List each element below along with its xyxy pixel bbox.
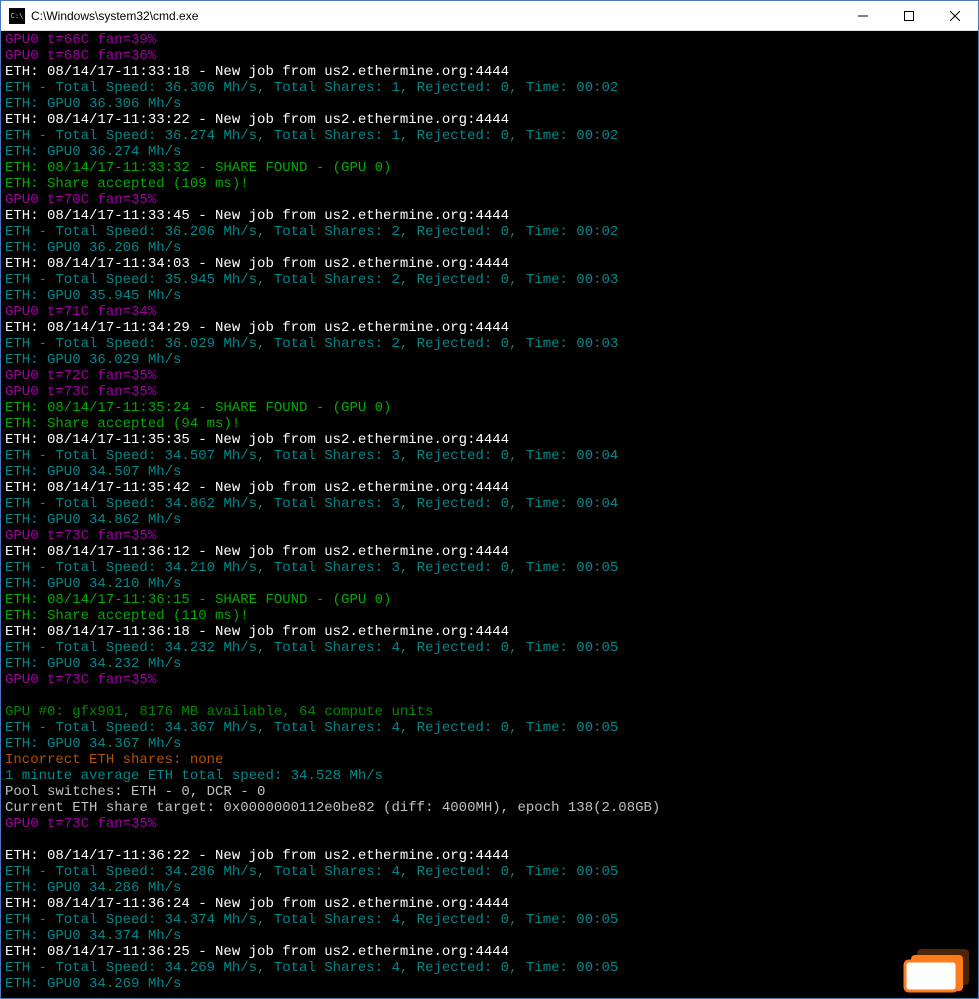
console-line: ETH - Total Speed: 35.945 Mh/s, Total Sh… [5,272,974,288]
console-line: Pool switches: ETH - 0, DCR - 0 [5,784,974,800]
console-line: ETH: GPU0 36.206 Mh/s [5,240,974,256]
console-line: GPU #0: gfx901, 8176 MB available, 64 co… [5,704,974,720]
console-line: ETH: 08/14/17-11:34:03 - New job from us… [5,256,974,272]
console-line: ETH - Total Speed: 34.507 Mh/s, Total Sh… [5,448,974,464]
maximize-button[interactable] [886,1,932,30]
minimize-icon [858,11,868,21]
console-line: ETH - Total Speed: 34.862 Mh/s, Total Sh… [5,496,974,512]
console-line: ETH - Total Speed: 34.232 Mh/s, Total Sh… [5,640,974,656]
cmd-icon [9,8,25,24]
console-line: ETH: GPU0 34.367 Mh/s [5,736,974,752]
cmd-window: C:\Windows\system32\cmd.exe GPU0 t=66C f… [0,0,979,999]
window-controls [840,1,978,30]
console-line: ETH: 08/14/17-11:36:22 - New job from us… [5,848,974,864]
console-line: ETH: 08/14/17-11:35:35 - New job from us… [5,432,974,448]
console-line: GPU0 t=72C fan=35% [5,368,974,384]
console-line: ETH: GPU0 34.232 Mh/s [5,656,974,672]
console-line: ETH: 08/14/17-11:36:12 - New job from us… [5,544,974,560]
console-line: ETH: 08/14/17-11:33:32 - SHARE FOUND - (… [5,160,974,176]
console-line: ETH: 08/14/17-11:34:29 - New job from us… [5,320,974,336]
console-line: GPU0 t=73C fan=35% [5,528,974,544]
close-icon [950,11,960,21]
console-line: GPU0 t=73C fan=35% [5,672,974,688]
console-line: ETH: 08/14/17-11:33:45 - New job from us… [5,208,974,224]
console-line: ETH - Total Speed: 34.286 Mh/s, Total Sh… [5,864,974,880]
console-output[interactable]: GPU0 t=66C fan=39%GPU0 t=68C fan=36%ETH:… [1,31,978,998]
console-line: ETH: 08/14/17-11:36:25 - New job from us… [5,944,974,960]
console-line [5,688,974,704]
console-line: ETH: 08/14/17-11:33:22 - New job from us… [5,112,974,128]
console-line: ETH: GPU0 35.945 Mh/s [5,288,974,304]
titlebar[interactable]: C:\Windows\system32\cmd.exe [1,1,978,31]
console-line: ETH - Total Speed: 36.029 Mh/s, Total Sh… [5,336,974,352]
console-line: ETH: Share accepted (94 ms)! [5,416,974,432]
console-line: ETH: 08/14/17-11:33:18 - New job from us… [5,64,974,80]
console-line: ETH: 08/14/17-11:36:18 - New job from us… [5,624,974,640]
window-title: C:\Windows\system32\cmd.exe [31,9,840,23]
console-line: 1 minute average ETH total speed: 34.528… [5,768,974,784]
console-line: ETH: GPU0 34.507 Mh/s [5,464,974,480]
console-line: ETH: 08/14/17-11:35:24 - SHARE FOUND - (… [5,400,974,416]
console-line: ETH - Total Speed: 36.206 Mh/s, Total Sh… [5,224,974,240]
console-line: ETH: GPU0 36.029 Mh/s [5,352,974,368]
console-line: ETH: GPU0 36.306 Mh/s [5,96,974,112]
console-line: ETH - Total Speed: 36.274 Mh/s, Total Sh… [5,128,974,144]
close-button[interactable] [932,1,978,30]
minimize-button[interactable] [840,1,886,30]
console-line: GPU0 t=68C fan=36% [5,48,974,64]
console-line: ETH - Total Speed: 34.367 Mh/s, Total Sh… [5,720,974,736]
console-line: GPU0 t=66C fan=39% [5,32,974,48]
console-line: GPU0 t=70C fan=35% [5,192,974,208]
console-line: ETH: GPU0 36.274 Mh/s [5,144,974,160]
console-line: Current ETH share target: 0x0000000112e0… [5,800,974,816]
console-line: ETH: GPU0 34.269 Mh/s [5,976,974,992]
console-line: GPU0 t=73C fan=35% [5,816,974,832]
console-line: ETH: 08/14/17-11:36:15 - SHARE FOUND - (… [5,592,974,608]
console-line: ETH - Total Speed: 34.374 Mh/s, Total Sh… [5,912,974,928]
console-line: ETH: Share accepted (109 ms)! [5,176,974,192]
console-line: ETH: 08/14/17-11:35:42 - New job from us… [5,480,974,496]
console-line: ETH: GPU0 34.374 Mh/s [5,928,974,944]
console-line: ETH - Total Speed: 34.210 Mh/s, Total Sh… [5,560,974,576]
console-line: ETH: 08/14/17-11:36:24 - New job from us… [5,896,974,912]
console-line [5,832,974,848]
console-line: ETH: Share accepted (110 ms)! [5,608,974,624]
console-line: ETH: GPU0 34.286 Mh/s [5,880,974,896]
console-line: GPU0 t=73C fan=35% [5,384,974,400]
console-line: ETH: GPU0 34.862 Mh/s [5,512,974,528]
console-line: ETH - Total Speed: 36.306 Mh/s, Total Sh… [5,80,974,96]
console-line: Incorrect ETH shares: none [5,752,974,768]
console-line: ETH - Total Speed: 34.269 Mh/s, Total Sh… [5,960,974,976]
console-line: ETH: GPU0 34.210 Mh/s [5,576,974,592]
maximize-icon [904,11,914,21]
console-line: GPU0 t=71C fan=34% [5,304,974,320]
